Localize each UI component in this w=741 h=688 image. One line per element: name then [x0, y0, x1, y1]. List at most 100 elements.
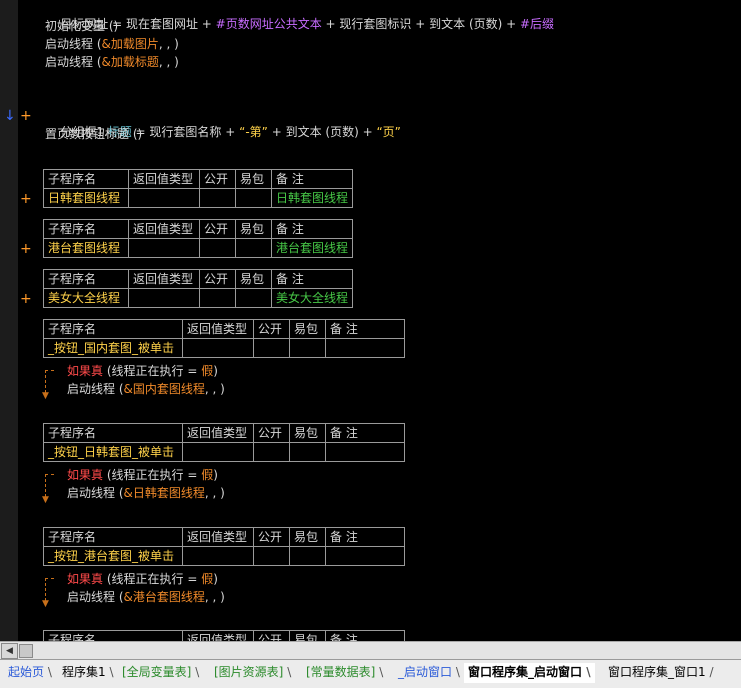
sub-table-jp-kr[interactable]: 子程序名 返回值类型 公开 易包备 注 日韩套图线程 日韩套图线程: [43, 169, 354, 208]
sub-name[interactable]: _按钮_国内套图_被单击: [43, 338, 183, 358]
header-easy: 易包: [289, 319, 326, 339]
call-start-thread: 启动线程 (: [67, 382, 124, 396]
code-line-if[interactable]: 如果真 (线程正在执行 = 假): [67, 363, 218, 379]
header-note: 备 注: [325, 423, 405, 443]
sub-table-hk-tw[interactable]: 子程序名 返回值类型 公开 易包备 注 港台套图线程 港台套图线程: [43, 219, 354, 258]
call-start-thread: 启动线程 (: [67, 590, 124, 604]
sub-pub: [253, 546, 290, 566]
scrollbar-thumb[interactable]: [19, 644, 33, 658]
sub-name[interactable]: _按钮_日韩套图_被单击: [43, 442, 183, 462]
string-ye: “页”: [376, 125, 401, 139]
string-di: “-第”: [239, 125, 268, 139]
if-cond: (线程正在执行 =: [103, 468, 202, 482]
code-line-set-page-button[interactable]: 置页数按钮标题 (): [45, 126, 142, 142]
header-easy: 易包: [289, 423, 326, 443]
sub-ret: [182, 442, 254, 462]
header-ret: 返回值类型: [182, 527, 254, 547]
header-easy: 易包: [235, 219, 272, 239]
args: , , ): [204, 486, 225, 500]
operator: +: [221, 125, 240, 139]
sub-note: 港台套图线程: [270, 238, 354, 258]
code-editor[interactable]: 目标网址 = 现在套图网址 + #页数网址公共文本 + 现行套图标识 + 到文本…: [0, 0, 741, 641]
sub-easy: [289, 338, 326, 358]
tab-constants[interactable]: [常量数据表] \: [302, 663, 387, 681]
header-easy: 易包: [289, 630, 326, 641]
flow-arrow-icon: ▼: [42, 391, 49, 401]
sub-name[interactable]: 美女大全线程: [43, 288, 129, 308]
tab-start-window[interactable]: _启动窗口 \: [394, 663, 464, 681]
sub-note: [325, 442, 405, 462]
sub-ret: [128, 188, 200, 208]
tab-global-vars[interactable]: [全局变量表] \: [118, 663, 203, 681]
code-line-start-thread[interactable]: 启动线程 (&国内套图线程, , ): [67, 381, 225, 397]
header-note: 备 注: [270, 169, 354, 189]
code-line-start-thread-titles[interactable]: 启动线程 (&加载标题, , ): [45, 54, 179, 70]
args: , , ): [158, 55, 179, 69]
call-set-page-button: 置页数按钮标题 (): [45, 127, 143, 141]
plus-icon[interactable]: +: [20, 242, 32, 256]
code-line-if[interactable]: 如果真 (线程正在执行 = 假): [67, 467, 218, 483]
sub-table-btn-hk-tw[interactable]: 子程序名 返回值类型 公开 易包备 注 _按钮_港台套图_被单击: [43, 527, 405, 566]
header-ret: 返回值类型: [182, 630, 254, 641]
sub-note: [325, 546, 405, 566]
sub-name[interactable]: _按钮_港台套图_被单击: [43, 546, 183, 566]
header-name: 子程序名: [43, 169, 129, 189]
call-start-thread: 启动线程 (: [45, 55, 102, 69]
sub-pub: [199, 238, 236, 258]
sub-pub: [253, 338, 290, 358]
const-suffix: #后缀: [520, 17, 555, 31]
sub-easy: [235, 288, 272, 308]
down-arrow-icon[interactable]: ↓: [4, 109, 16, 123]
header-ret: 返回值类型: [128, 219, 200, 239]
sub-name[interactable]: 港台套图线程: [43, 238, 129, 258]
plus-icon[interactable]: +: [20, 109, 32, 123]
tab-label: _启动窗口: [398, 665, 453, 679]
if-cond: (线程正在执行 =: [103, 364, 202, 378]
operator: +: [197, 17, 216, 31]
header-pub: 公开: [253, 319, 290, 339]
sub-pub: [199, 288, 236, 308]
code-line-target-url[interactable]: 目标网址 = 现在套图网址 + #页数网址公共文本 + 现行套图标识 + 到文本…: [45, 0, 554, 31]
sub-pub: [199, 188, 236, 208]
header-pub: 公开: [253, 423, 290, 443]
plus-icon[interactable]: +: [20, 292, 32, 306]
sub-ret: [128, 288, 200, 308]
sub-table-btn-jp-kr[interactable]: 子程序名 返回值类型 公开 易包备 注 _按钮_日韩套图_被单击: [43, 423, 405, 462]
sub-note: [325, 338, 405, 358]
code-line-start-thread[interactable]: 启动线程 (&日韩套图线程, , ): [67, 485, 225, 501]
if-end: ): [213, 572, 218, 586]
const-page-url-text: #页数网址公共文本: [215, 17, 322, 31]
tab-start-page[interactable]: 起始页 \: [4, 663, 56, 681]
tab-image-resources[interactable]: [图片资源表] \: [210, 663, 295, 681]
tab-window-set-window1[interactable]: 窗口程序集_窗口1 /: [604, 663, 718, 681]
header-note: 备 注: [325, 527, 405, 547]
code-line-start-thread-images[interactable]: 启动线程 (&加载图片, , ): [45, 36, 179, 52]
sub-table-beauty[interactable]: 子程序名 返回值类型 公开 易包备 注 美女大全线程 美女大全线程: [43, 269, 354, 308]
code-line-groupbox-title[interactable]: 分组框1.标题 = 现行套图名称 + “-第” + 到文本 (页数) + “页”: [45, 108, 401, 139]
sub-name[interactable]: 日韩套图线程: [43, 188, 129, 208]
sub-table-btn-domestic[interactable]: 子程序名 返回值类型 公开 易包备 注 _按钮_国内套图_被单击: [43, 319, 405, 358]
sub-easy: [289, 546, 326, 566]
plus-icon[interactable]: +: [20, 192, 32, 206]
line-gutter[interactable]: [0, 0, 18, 641]
operator: +: [321, 17, 340, 31]
code-line-start-thread[interactable]: 启动线程 (&港台套图线程, , ): [67, 589, 225, 605]
tab-window-set-start[interactable]: 窗口程序集_启动窗口 \: [464, 663, 595, 683]
tab-program-set1[interactable]: 程序集1 \: [58, 663, 118, 681]
code-line-if[interactable]: 如果真 (线程正在执行 = 假): [67, 571, 218, 587]
header-ret: 返回值类型: [128, 169, 200, 189]
header-note: 备 注: [270, 269, 354, 289]
horizontal-scrollbar[interactable]: ◀: [0, 641, 741, 659]
header-pub: 公开: [199, 269, 236, 289]
flow-line: [45, 370, 54, 393]
left-arrow-icon[interactable]: ◀: [1, 643, 18, 659]
value-false: 假: [201, 468, 214, 482]
tab-label: 窗口程序集_启动窗口: [468, 665, 583, 679]
sub-easy: [235, 238, 272, 258]
header-name: 子程序名: [43, 423, 183, 443]
header-note: 备 注: [325, 319, 405, 339]
var-current-name: 现行套图名称: [149, 125, 222, 139]
kw-if-true: 如果真: [67, 364, 104, 378]
sub-table-partial[interactable]: 子程序名 返回值类型 公开 易包备 注: [43, 630, 405, 641]
code-line-init[interactable]: 初始化变量 (): [45, 18, 118, 34]
